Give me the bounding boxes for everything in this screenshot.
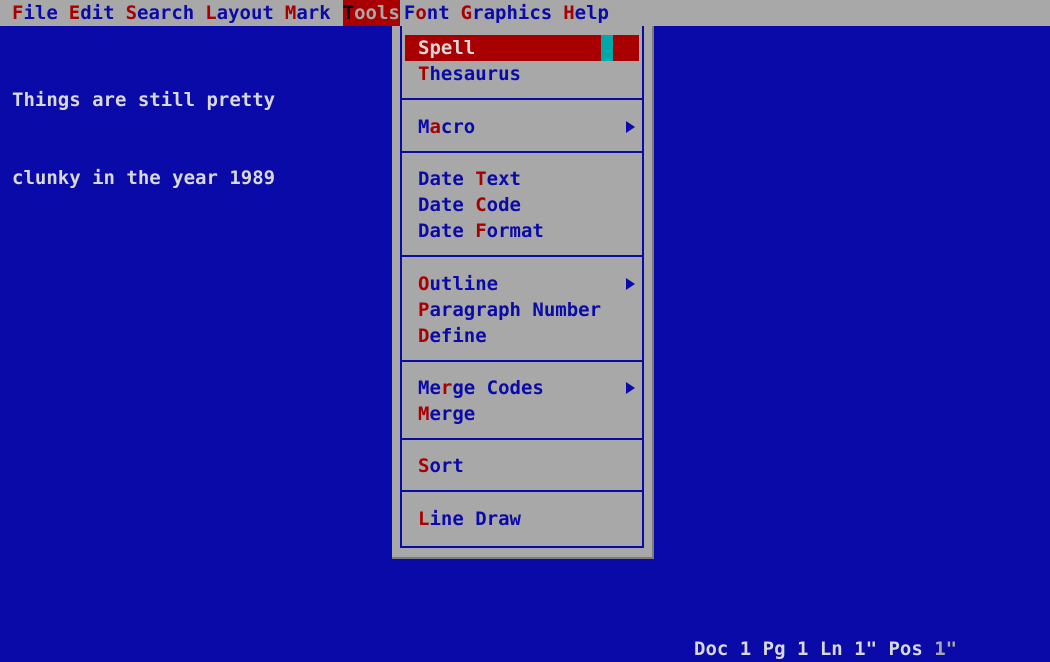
menu-edit-label: dit (80, 2, 115, 24)
spell-label: pell (429, 37, 476, 59)
menu-mark[interactable]: Mark (285, 0, 331, 26)
menu-item-merge-codes[interactable]: Merge Codes (405, 375, 639, 401)
date-format-prefix: Date (418, 220, 476, 242)
menu-item-outline[interactable]: Outline (405, 271, 639, 297)
menu-file[interactable]: File (12, 0, 58, 26)
tools-dropdown-menu: Spell Thesaurus Macro Date Text Date Cod… (392, 26, 652, 557)
macro-hotkey: a (429, 116, 441, 138)
menu-item-define[interactable]: Define (405, 323, 639, 349)
menu-search-label: earch (137, 2, 195, 24)
status-pos-value: 1" (934, 638, 958, 660)
merge-hotkey: M (418, 403, 430, 425)
date-code-prefix: Date (418, 194, 476, 216)
menu-item-sort[interactable]: Sort (405, 453, 639, 479)
sort-label: ort (429, 455, 464, 477)
macro-label: cro (440, 116, 476, 138)
menu-help-label: elp (574, 2, 609, 24)
menu-layout[interactable]: Layout (205, 0, 274, 26)
menu-item-merge[interactable]: Merge (405, 401, 639, 427)
menu-tools[interactable]: Tools (342, 0, 400, 26)
status-position-text: Doc 1 Pg 1 Ln 1" Pos (694, 638, 935, 660)
menu-file-label: ile (23, 2, 58, 24)
merge-codes-hotkey: r (440, 377, 453, 399)
menu-item-paragraph-number[interactable]: Paragraph Number (405, 297, 639, 323)
paragraph-number-hotkey: P (418, 299, 430, 321)
date-text-prefix: Date (418, 168, 476, 190)
submenu-arrow-icon (626, 382, 635, 394)
menu-bar: File Edit Search Layout Mark Tools Font … (0, 0, 1050, 26)
thesaurus-label: hesaurus (429, 63, 521, 85)
menu-item-macro[interactable]: Macro (405, 114, 639, 140)
date-code-label: ode (486, 194, 521, 216)
date-format-hotkey: F (475, 220, 487, 242)
menu-help-hotkey: H (563, 2, 575, 24)
outline-label: utline (429, 273, 499, 295)
menu-separator (400, 360, 644, 362)
menu-help[interactable]: Help (563, 0, 609, 26)
menu-search[interactable]: Search (126, 0, 195, 26)
menu-separator (400, 438, 644, 440)
document-line-1: Things are still pretty (12, 89, 276, 111)
date-text-label: ext (486, 168, 521, 190)
menu-separator (400, 490, 644, 492)
menu-item-spell[interactable]: Spell (405, 35, 639, 61)
document-line-2: clunky in the year 1989 (12, 167, 276, 189)
submenu-arrow-icon (626, 121, 635, 133)
line-draw-label: ine Draw (429, 508, 521, 530)
menu-item-line-draw[interactable]: Line Draw (405, 506, 639, 532)
menu-separator (400, 98, 644, 100)
menu-font[interactable]: Font (404, 0, 450, 26)
status-line: Doc 1 Pg 1 Ln 1" Pos 1" (694, 636, 957, 662)
menu-item-thesaurus[interactable]: Thesaurus (405, 61, 639, 87)
menu-tools-hotkey: T (342, 2, 355, 24)
menu-font-hotkey: o (415, 2, 427, 24)
menu-graphics-label: raphics (472, 2, 553, 24)
menu-mark-hotkey: M (284, 2, 297, 24)
line-draw-hotkey: L (418, 508, 430, 530)
define-label: efine (429, 325, 487, 347)
menu-mark-label: ark (296, 2, 331, 24)
menu-graphics-hotkey: G (460, 2, 473, 24)
merge-label: erge (429, 403, 476, 425)
thesaurus-hotkey: T (418, 63, 430, 85)
merge-codes-label: ge Codes (452, 377, 544, 399)
menu-layout-label: ayout (216, 2, 274, 24)
sort-hotkey: S (418, 455, 430, 477)
paragraph-number-label: aragraph Number (429, 299, 602, 321)
menu-edit-hotkey: E (68, 2, 81, 24)
menu-font-prefix: F (403, 2, 416, 24)
menu-search-hotkey: S (125, 2, 138, 24)
menu-separator (400, 151, 644, 153)
menu-item-date-code[interactable]: Date Code (405, 192, 639, 218)
menu-separator (400, 255, 644, 257)
document-text[interactable]: Things are still pretty clunky in the ye… (12, 35, 275, 217)
menu-font-label: nt (426, 2, 450, 24)
merge-codes-prefix: Me (418, 377, 441, 399)
menu-tools-label: ools (354, 2, 400, 24)
menu-graphics[interactable]: Graphics (461, 0, 553, 26)
date-code-hotkey: C (475, 194, 487, 216)
submenu-arrow-icon (626, 278, 635, 290)
text-cursor (601, 35, 613, 61)
menu-item-date-format[interactable]: Date Format (405, 218, 639, 244)
menu-edit[interactable]: Edit (69, 0, 115, 26)
date-text-hotkey: T (475, 168, 487, 190)
macro-prefix: M (418, 116, 430, 138)
outline-hotkey: O (418, 273, 430, 295)
define-hotkey: D (418, 325, 430, 347)
menu-layout-hotkey: L (205, 2, 217, 24)
menu-file-hotkey: F (12, 2, 24, 24)
spell-hotkey: S (418, 37, 430, 59)
menu-item-date-text[interactable]: Date Text (405, 166, 639, 192)
date-format-label: ormat (486, 220, 544, 242)
